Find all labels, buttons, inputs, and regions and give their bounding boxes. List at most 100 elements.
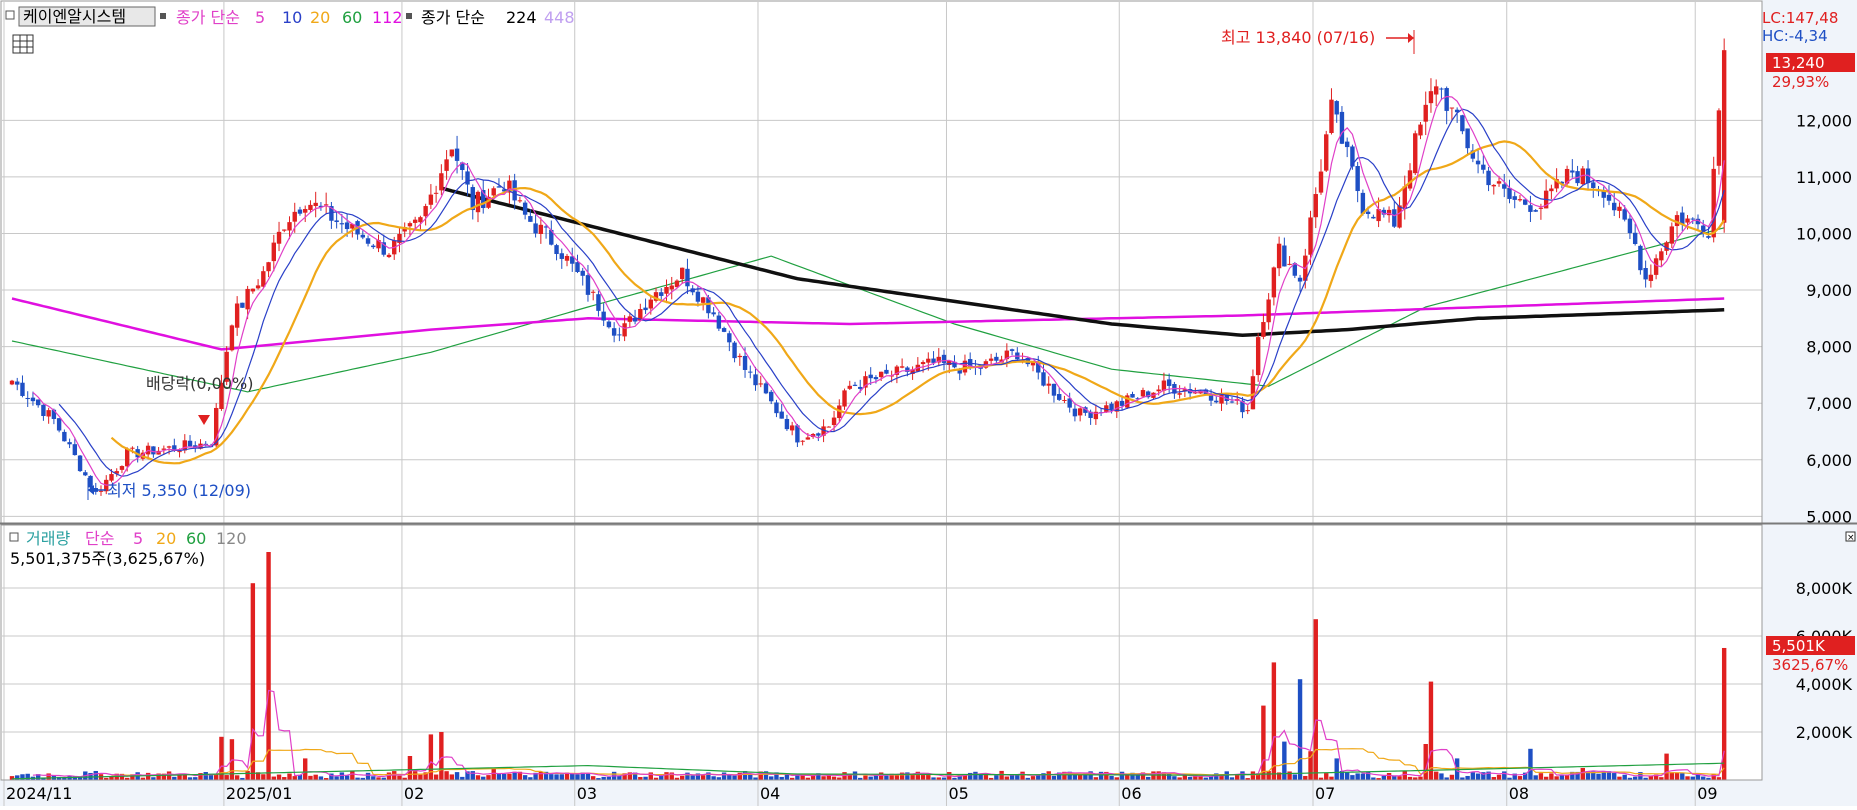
candle-body bbox=[711, 312, 716, 315]
volume-bar bbox=[690, 775, 695, 780]
candle-body bbox=[271, 242, 276, 262]
candle-body bbox=[1423, 104, 1428, 122]
volume-bar bbox=[512, 771, 517, 780]
candle-body bbox=[1156, 389, 1161, 392]
volume-bar bbox=[339, 772, 345, 780]
candle-body bbox=[800, 440, 805, 442]
volume-title: 거래량 bbox=[26, 529, 70, 548]
candle-body bbox=[365, 238, 371, 244]
data-table-icon[interactable] bbox=[12, 34, 34, 54]
volume-current: 5,501,375주(3,625,67%) bbox=[10, 549, 205, 568]
candle-body bbox=[700, 297, 706, 303]
volume-bar bbox=[1528, 748, 1533, 780]
candle-body bbox=[926, 358, 931, 363]
volume-bar bbox=[397, 775, 402, 780]
volume-bar bbox=[648, 772, 653, 780]
volume-bar bbox=[1622, 774, 1627, 780]
volume-bar bbox=[1287, 771, 1292, 780]
ma10-label[interactable]: 10 bbox=[282, 8, 302, 27]
candle-body bbox=[1119, 400, 1125, 406]
candle-body bbox=[88, 475, 93, 488]
date-tick-label: 06 bbox=[1121, 784, 1141, 803]
volume-bar bbox=[1324, 773, 1329, 780]
volume-bar bbox=[412, 771, 418, 780]
candle-body bbox=[1041, 372, 1046, 386]
candle-body bbox=[386, 254, 392, 258]
date-tick-label: 09 bbox=[1697, 784, 1717, 803]
vol-ma120-label[interactable]: 120 bbox=[216, 529, 247, 548]
ma5-label[interactable]: 5 bbox=[255, 8, 265, 27]
volume-bar bbox=[1125, 775, 1130, 780]
candle-body bbox=[1512, 196, 1517, 200]
candle-body bbox=[659, 292, 664, 296]
candle-body bbox=[1214, 400, 1219, 403]
candle-body bbox=[1413, 133, 1418, 174]
candle-body bbox=[1261, 322, 1266, 337]
volume-bar bbox=[407, 756, 413, 780]
candle-body bbox=[538, 224, 544, 234]
candle-body bbox=[1355, 166, 1360, 192]
candle-body bbox=[643, 307, 648, 311]
candle-body bbox=[1287, 263, 1292, 265]
ma20-label[interactable]: 20 bbox=[310, 8, 330, 27]
ma60-label[interactable]: 60 bbox=[342, 8, 362, 27]
volume-bar bbox=[428, 734, 434, 780]
candle-body bbox=[763, 383, 769, 394]
candle-body bbox=[261, 271, 266, 287]
volume-bar bbox=[308, 775, 313, 780]
candle-body bbox=[962, 360, 968, 373]
volume-bar bbox=[570, 773, 575, 780]
candle-body bbox=[878, 371, 884, 378]
price-tick-label: 7,000 bbox=[1806, 394, 1852, 413]
candle-body bbox=[1057, 394, 1062, 400]
candle-body bbox=[454, 148, 460, 161]
volume-bar bbox=[732, 775, 737, 780]
candle-body bbox=[732, 342, 737, 359]
volume-bar bbox=[748, 774, 753, 780]
candle-body bbox=[1643, 268, 1648, 280]
volume-bar bbox=[203, 772, 208, 780]
volume-bar bbox=[1240, 771, 1245, 780]
candle-body bbox=[1502, 184, 1507, 189]
candle-body bbox=[596, 294, 601, 311]
candle-body bbox=[784, 418, 790, 430]
vol-ma20-label[interactable]: 20 bbox=[156, 529, 176, 548]
candle-body bbox=[9, 380, 15, 385]
volume-bar bbox=[1297, 679, 1303, 780]
vol-ma5-label[interactable]: 5 bbox=[133, 529, 143, 548]
candle-body bbox=[664, 286, 669, 294]
current-price: 13,240 bbox=[1772, 54, 1825, 72]
price-tick-label: 11,000 bbox=[1796, 168, 1852, 187]
volume-bar bbox=[418, 774, 423, 780]
date-tick-label: 02 bbox=[404, 784, 424, 803]
candle-body bbox=[580, 270, 585, 276]
candle-body bbox=[266, 262, 271, 272]
volume-bar bbox=[145, 772, 151, 780]
candle-body bbox=[575, 262, 580, 273]
ma448-label[interactable]: 448 bbox=[544, 8, 575, 27]
volume-bar bbox=[486, 775, 491, 780]
volume-bar bbox=[1355, 773, 1360, 780]
candle-body bbox=[1418, 124, 1423, 136]
volume-bar bbox=[1533, 775, 1538, 780]
ma224-label[interactable]: 224 bbox=[506, 8, 537, 27]
volume-bar bbox=[9, 776, 15, 780]
candle-body bbox=[250, 288, 256, 292]
candle-body bbox=[1669, 226, 1675, 244]
candle-body bbox=[124, 448, 130, 467]
volume-bar bbox=[1669, 772, 1675, 780]
volume-bar bbox=[1549, 773, 1554, 780]
candle-body bbox=[1339, 111, 1345, 144]
volume-bar bbox=[994, 775, 999, 780]
candle-body bbox=[1329, 99, 1334, 134]
vol-ma60-label[interactable]: 60 bbox=[186, 529, 206, 548]
candle-body bbox=[564, 255, 570, 261]
ma-group1-label: 종가 단순 bbox=[176, 8, 240, 27]
candle-body bbox=[119, 466, 125, 470]
candle-body bbox=[1266, 299, 1271, 323]
candle-body bbox=[449, 149, 455, 157]
candle-body bbox=[590, 291, 596, 293]
ma112-label[interactable]: 112 bbox=[372, 8, 403, 27]
candle-body bbox=[1517, 199, 1523, 201]
candle-body bbox=[240, 302, 245, 308]
